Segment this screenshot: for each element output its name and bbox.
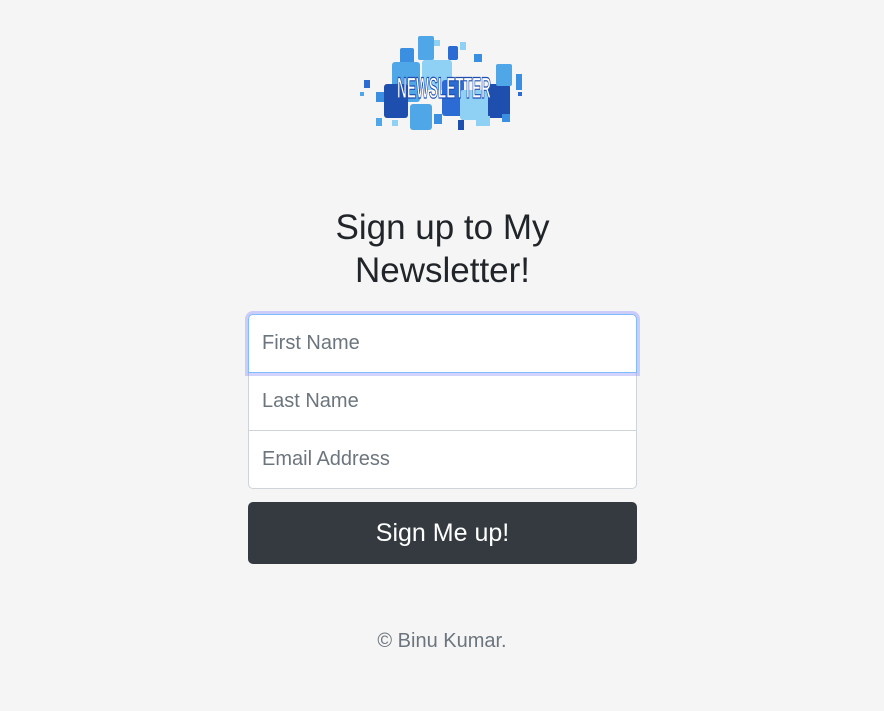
last-name-input[interactable] [248,372,637,431]
signup-form: Sign Me up! [248,314,637,564]
logo-text: NEWSLETTER [397,72,491,105]
newsletter-logo: NEWSLETTER [360,36,522,130]
newsletter-page: NEWSLETTER Sign up to My Newsletter! Sig… [0,0,884,711]
footer-copyright: © Binu Kumar. [377,630,507,652]
email-input[interactable] [248,430,637,489]
first-name-input[interactable] [248,314,637,373]
page-title: Sign up to My Newsletter! [335,208,550,290]
sign-up-button[interactable]: Sign Me up! [248,502,637,564]
